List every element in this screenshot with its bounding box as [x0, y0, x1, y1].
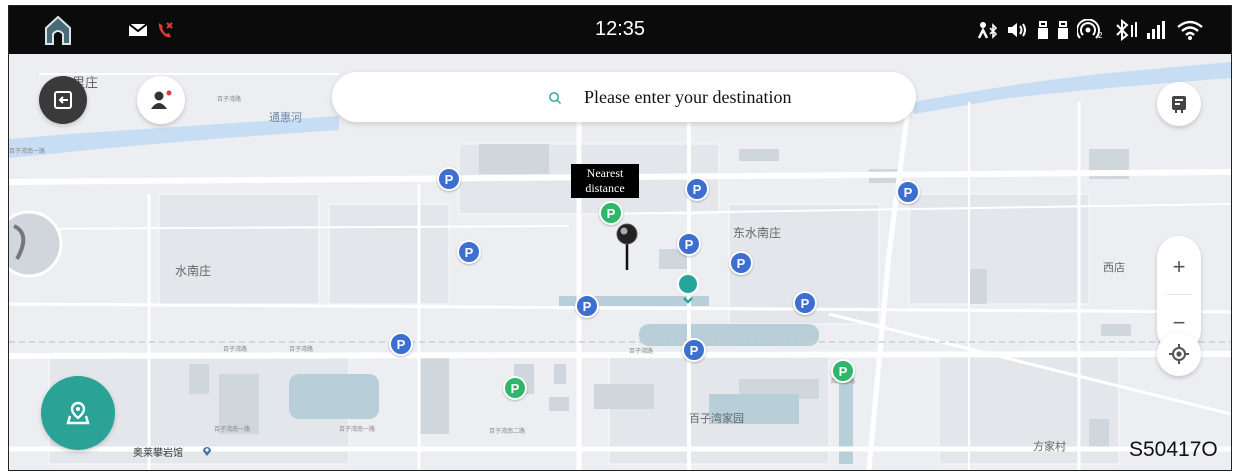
street-label: 百子湾路: [629, 349, 654, 355]
exit-button[interactable]: [39, 76, 87, 124]
map-label: 通惠河: [269, 112, 302, 124]
screen-frame: 12:35 2 通惠河 水南庄 东水南庄 西店 百子湾家园 奥莱攀岩馆 方家村 …: [8, 5, 1232, 471]
usb-icon-2: [1055, 14, 1071, 46]
divider: [1167, 294, 1191, 295]
search-icon: [549, 92, 561, 104]
parking-marker[interactable]: P: [677, 232, 701, 256]
parking-marker-green[interactable]: P: [503, 376, 527, 400]
svg-text:2: 2: [1098, 31, 1103, 40]
figure-code: S50417O: [1129, 438, 1218, 461]
map-label: 方家村: [1033, 441, 1066, 453]
street-label: 百子湾南一路: [214, 427, 251, 433]
search-input[interactable]: [582, 84, 906, 110]
signal-icon: [1145, 14, 1169, 46]
map-label: 奥莱攀岩馆: [133, 448, 183, 459]
street-label: 百子湾南一路: [339, 427, 376, 433]
parking-marker[interactable]: P: [682, 338, 706, 362]
parking-marker[interactable]: P: [389, 332, 413, 356]
place-pin-icon: [201, 444, 213, 456]
usb-icon: [1035, 14, 1051, 46]
street-label: 百子湾南二路: [489, 429, 526, 435]
route-list-button[interactable]: [1157, 82, 1201, 126]
destination-pin-icon[interactable]: [615, 222, 639, 272]
account-button[interactable]: [137, 76, 185, 124]
locate-poi-button[interactable]: [41, 376, 115, 450]
parking-marker[interactable]: P: [437, 167, 461, 191]
street-label: 百子湾南一路: [9, 149, 46, 155]
parking-marker[interactable]: P: [896, 180, 920, 204]
nearest-distance-label: Nearest distance: [571, 164, 639, 198]
street-label: 百子湾路: [289, 347, 314, 353]
crosshair-icon: [1169, 344, 1189, 364]
current-location-icon: [676, 272, 700, 304]
map-label: 东水南庄: [733, 226, 782, 240]
bluetooth-icon: [1113, 14, 1139, 46]
parking-marker[interactable]: P: [575, 294, 599, 318]
recenter-button[interactable]: [1157, 332, 1201, 376]
user-icon: [151, 90, 172, 109]
destination-search-bar[interactable]: [332, 72, 916, 122]
bluetooth-audio-icon: [975, 14, 1001, 46]
map-label: 西店: [1103, 262, 1125, 274]
parking-marker[interactable]: P: [793, 291, 817, 315]
map-pin-icon: [66, 401, 90, 425]
map-label: 百子湾家园: [689, 413, 744, 425]
wifi-icon: [1175, 14, 1205, 46]
status-bar: 12:35 2: [9, 6, 1231, 54]
parking-marker[interactable]: P: [457, 240, 481, 264]
route-icon: [1172, 96, 1186, 113]
exit-icon: [54, 91, 72, 109]
street-label: 百子湾路: [217, 97, 242, 103]
zoom-in-button[interactable]: +: [1157, 242, 1201, 292]
street-label: 百子湾路: [223, 347, 248, 353]
hotspot-icon: 2: [1077, 14, 1105, 46]
parking-marker[interactable]: P: [685, 177, 709, 201]
volume-icon: [1005, 14, 1031, 46]
parking-marker-green[interactable]: P: [831, 359, 855, 383]
map-label: 水南庄: [175, 264, 212, 278]
parking-marker[interactable]: P: [729, 251, 753, 275]
